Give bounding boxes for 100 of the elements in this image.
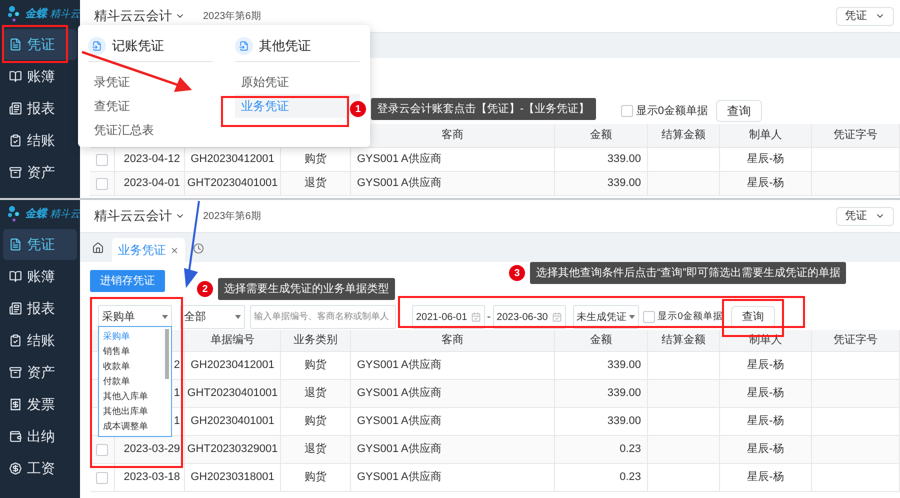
- logo-icon: [8, 5, 22, 23]
- sidebar-item[interactable]: 发票: [3, 389, 77, 420]
- checkbox[interactable]: [96, 178, 108, 190]
- status-select[interactable]: 未生成凭证: [572, 305, 639, 329]
- table-cell-text: 星辰-杨: [747, 176, 784, 192]
- table-cell-text: 星辰-杨: [747, 152, 784, 168]
- dropdown-option[interactable]: 付款单: [99, 374, 165, 389]
- table-cell-text: GYS001 A供应商: [357, 176, 442, 192]
- close-icon[interactable]: [170, 246, 179, 254]
- table-cell-text: 2023-04-01: [124, 176, 180, 192]
- date-field[interactable]: 2021-06-01: [412, 305, 485, 329]
- category-select[interactable]: 全部: [180, 305, 245, 329]
- sidebar-item[interactable]: 工资: [3, 453, 77, 484]
- logo-product: 精斗云: [50, 8, 80, 22]
- callout-label: 选择其他查询条件后点击“查询”即可筛选出需要生成凭证的单据: [530, 262, 846, 284]
- table-cell-text: GHT20230329001: [187, 442, 278, 458]
- checkbox[interactable]: [96, 444, 108, 456]
- query-button[interactable]: 查询: [716, 100, 762, 122]
- dropdown-option[interactable]: 销售单: [99, 344, 165, 359]
- dropdown-option[interactable]: 成本调整单: [99, 419, 165, 434]
- sidebar-item[interactable]: 报表: [3, 93, 77, 124]
- table-cell-text: 1: [174, 386, 180, 402]
- table-cell-text: GH20230412001: [190, 358, 274, 374]
- search-field[interactable]: 输入单据编号、客商名称或制单人: [250, 305, 396, 329]
- home-icon[interactable]: [92, 242, 104, 254]
- menu-item[interactable]: 原始凭证: [235, 70, 360, 94]
- table-cell-text: 星辰-杨: [747, 414, 784, 430]
- sidebar-item[interactable]: 资产: [3, 157, 77, 188]
- table-cell-text: GYS001 A供应商: [357, 152, 442, 168]
- query-button[interactable]: 查询: [730, 306, 775, 328]
- newspaper-icon: [9, 302, 22, 315]
- table-cell-text: 2023-04-12: [124, 152, 180, 168]
- document-icon: [9, 38, 22, 51]
- wallet-icon: [9, 430, 22, 443]
- table-cell-text: GYS001 A供应商: [357, 414, 442, 430]
- period-label: 2023年第6期: [203, 210, 261, 224]
- sidebar-item[interactable]: 账簿: [3, 261, 77, 292]
- table-cell-text: GYS001 A供应商: [357, 470, 442, 486]
- table-cell-text: 0.23: [620, 470, 641, 486]
- dropdown-option[interactable]: 采购单: [99, 329, 165, 344]
- logo-product: 精斗云: [50, 208, 80, 222]
- clock-icon[interactable]: [193, 243, 204, 254]
- table-cell-text: 退货: [304, 442, 326, 458]
- highlight-frame: [2, 25, 68, 63]
- checkbox[interactable]: [96, 472, 108, 484]
- module-select[interactable]: 凭证: [836, 6, 894, 26]
- sidebar-item[interactable]: 凭证: [3, 29, 77, 60]
- table-cell-text: 339.00: [607, 176, 641, 192]
- dropdown-option[interactable]: 收款单: [99, 359, 165, 374]
- module-select[interactable]: 凭证: [836, 206, 894, 226]
- menu-item[interactable]: 录凭证: [88, 70, 213, 94]
- book-select[interactable]: 精斗云云会计: [94, 6, 185, 26]
- table-cell-text: 退货: [304, 386, 326, 402]
- period-label: 2023年第6期: [203, 10, 261, 24]
- table-cell-text: 0.23: [620, 442, 641, 458]
- checkbox[interactable]: [620, 105, 633, 117]
- table-cell-text: 339.00: [607, 386, 641, 402]
- sidebar-item[interactable]: 报表: [3, 293, 77, 324]
- date-field[interactable]: 2023-06-30: [492, 305, 566, 329]
- book-icon: [9, 270, 22, 283]
- sidebar-item[interactable]: 出纳: [3, 421, 77, 452]
- book-select[interactable]: 精斗云云会计: [94, 206, 185, 226]
- table-cell-text: 购货: [304, 414, 326, 430]
- callout-label: 选择需要生成凭证的业务单据类型: [218, 278, 395, 300]
- table-cell-text: 退货: [304, 176, 326, 192]
- sidebar-item[interactable]: 账簿: [3, 61, 77, 92]
- dropdown-option[interactable]: 其他入库单: [99, 389, 165, 404]
- table-cell-text: 星辰-杨: [747, 442, 784, 458]
- archive-icon: [9, 366, 22, 379]
- caret-icon: [628, 315, 635, 319]
- checkbox[interactable]: [96, 154, 108, 166]
- table-cell-text: 购货: [304, 358, 326, 374]
- table-cell-text: 星辰-杨: [747, 358, 784, 374]
- receipt-icon: [9, 398, 22, 411]
- sidebar-item[interactable]: 凭证: [3, 229, 77, 260]
- table-cell-text: GH20230318001: [190, 470, 274, 486]
- sidebar-item[interactable]: 结账: [3, 325, 77, 356]
- calendar-icon[interactable]: [471, 312, 481, 322]
- table-cell-text: 星辰-杨: [747, 386, 784, 402]
- table-cell-text: 339.00: [607, 358, 641, 374]
- logo-brand: 金蝶: [25, 206, 47, 222]
- table-cell-text: 339.00: [607, 152, 641, 168]
- checkbox[interactable]: [642, 311, 655, 323]
- dollar-icon: [9, 462, 22, 475]
- caret-icon: [235, 315, 241, 319]
- dropdown-option[interactable]: 其他出库单: [99, 404, 165, 419]
- checkbox-label: 显示0金额单据: [658, 310, 723, 324]
- menu-item[interactable]: 凭证汇总表: [88, 118, 213, 142]
- sidebar-item[interactable]: 资产: [3, 357, 77, 388]
- table-cell-text: 1: [174, 414, 180, 430]
- menu-group-title: 其他凭证: [259, 37, 311, 56]
- scrollbar[interactable]: [165, 329, 169, 379]
- menu-item[interactable]: 查凭证: [88, 94, 213, 118]
- table-cell-text: 购货: [304, 470, 326, 486]
- callout-label: 登录云会计账套点击【凭证】-【业务凭证】: [371, 98, 596, 120]
- calendar-icon[interactable]: [552, 312, 562, 322]
- table-cell-text: GHT20230401001: [187, 386, 278, 402]
- sidebar-item[interactable]: 结账: [3, 125, 77, 156]
- table-cell-text: GH20230412001: [190, 152, 274, 168]
- table-cell-text: 购货: [304, 152, 326, 168]
